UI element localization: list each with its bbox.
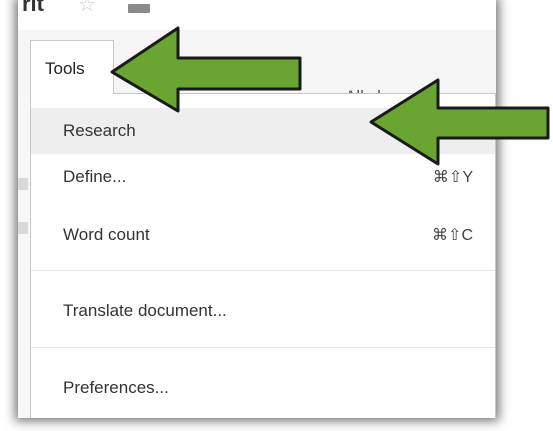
screenshot-stage: rit ☆ All changes s Tools Research Defin… — [0, 0, 553, 431]
arrow-left-icon — [369, 78, 550, 166]
arrow-pointing-tools — [110, 26, 550, 166]
arrow-left-icon — [110, 26, 302, 113]
